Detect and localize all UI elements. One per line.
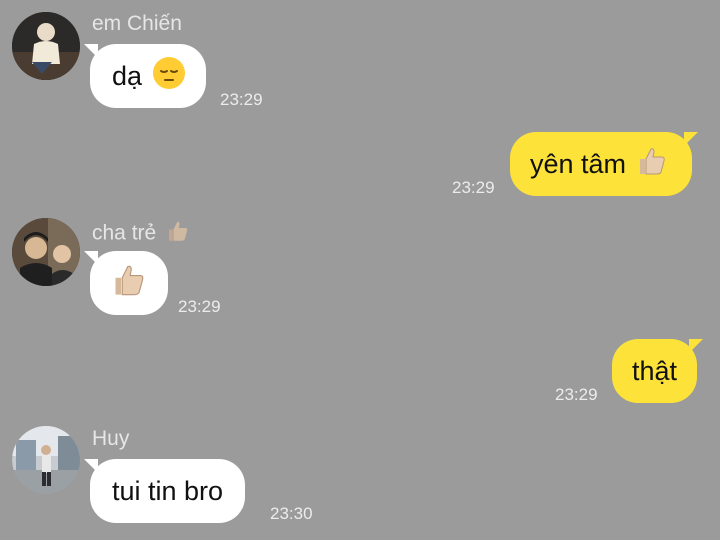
sender-name: em Chiến — [92, 12, 182, 35]
thumbs-up-icon — [166, 219, 190, 249]
message-timestamp: 23:29 — [220, 90, 263, 109]
message-text: tui tin bro — [112, 475, 224, 506]
message-text: thật — [632, 355, 678, 386]
sender-name: cha trẻ — [92, 219, 190, 249]
message-timestamp: 23:29 — [452, 178, 495, 197]
message-bubble[interactable] — [84, 251, 168, 315]
message-timestamp: 23:30 — [270, 504, 313, 523]
message-bubble[interactable]: dạ — [84, 44, 207, 108]
message-timestamp: 23:29 — [555, 385, 598, 404]
message-text: dạ — [112, 60, 143, 91]
pensive-face-icon — [152, 56, 186, 97]
thumbs-up-icon — [111, 262, 147, 305]
avatar-em-chien[interactable] — [12, 12, 80, 80]
sender-name: Huy — [92, 427, 130, 450]
message-bubble[interactable]: yên tâm — [510, 132, 699, 196]
message-bubble[interactable]: tui tin bro — [84, 459, 246, 523]
thumbs-up-icon — [636, 145, 668, 184]
message-bubble[interactable]: thật — [612, 339, 704, 403]
avatar-huy[interactable] — [12, 426, 80, 494]
avatar-cha-tre[interactable] — [12, 218, 80, 286]
message-timestamp: 23:29 — [178, 297, 221, 316]
message-text: yên tâm — [530, 148, 627, 179]
